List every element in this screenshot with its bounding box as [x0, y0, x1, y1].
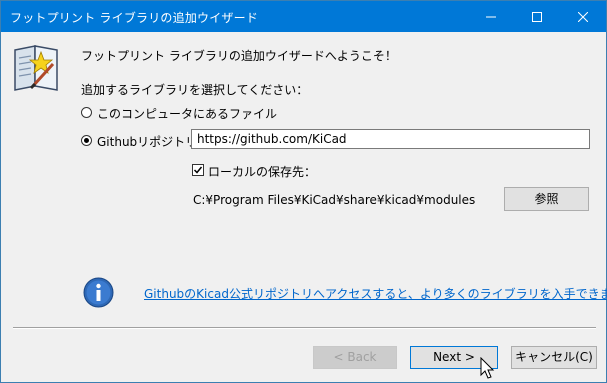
github-url-input[interactable]: https://github.com/KiCad: [191, 129, 590, 149]
info-icon: [83, 277, 114, 308]
minimize-button[interactable]: [468, 1, 514, 32]
close-icon: [578, 11, 588, 22]
browse-button[interactable]: 参照: [504, 187, 589, 211]
title-bar[interactable]: フットプリント ライブラリの追加ウイザード: [1, 1, 606, 32]
welcome-heading: フットプリント ライブラリの追加ウイザードへようこそ！: [81, 49, 397, 63]
footer-divider: [13, 327, 596, 329]
local-save-checkbox[interactable]: [192, 164, 204, 176]
back-button[interactable]: < Back: [313, 346, 397, 369]
wizard-book-icon: [14, 45, 58, 91]
maximize-icon: [532, 11, 542, 22]
minimize-icon: [486, 16, 496, 17]
window-title: フットプリント ライブラリの追加ウイザード: [10, 11, 259, 25]
radio-github-label[interactable]: Githubリポジトリ: [97, 133, 197, 150]
mouse-cursor-icon: [480, 357, 495, 379]
select-prompt: 追加するライブラリを選択してください：: [81, 83, 309, 97]
radio-github[interactable]: [81, 135, 92, 146]
close-button[interactable]: [560, 1, 606, 32]
maximize-button[interactable]: [514, 1, 560, 32]
local-save-label[interactable]: ローカルの保存先：: [208, 163, 316, 180]
checkmark-icon: [193, 166, 203, 174]
radio-local-files-label[interactable]: このコンピュータにあるファイル: [97, 105, 277, 122]
local-path-text: C:¥Program Files¥KiCad¥share¥kicad¥modul…: [193, 193, 476, 207]
github-info-link[interactable]: GithubのKicad公式リポジトリへアクセスすると、より多くのライブラリを入…: [144, 285, 607, 302]
cancel-button[interactable]: キャンセル(C): [511, 346, 597, 369]
radio-local-files[interactable]: [81, 107, 92, 118]
wizard-window: フットプリント ライブラリの追加ウイザード フットプリント ライブラリの追加ウイ…: [0, 0, 607, 383]
